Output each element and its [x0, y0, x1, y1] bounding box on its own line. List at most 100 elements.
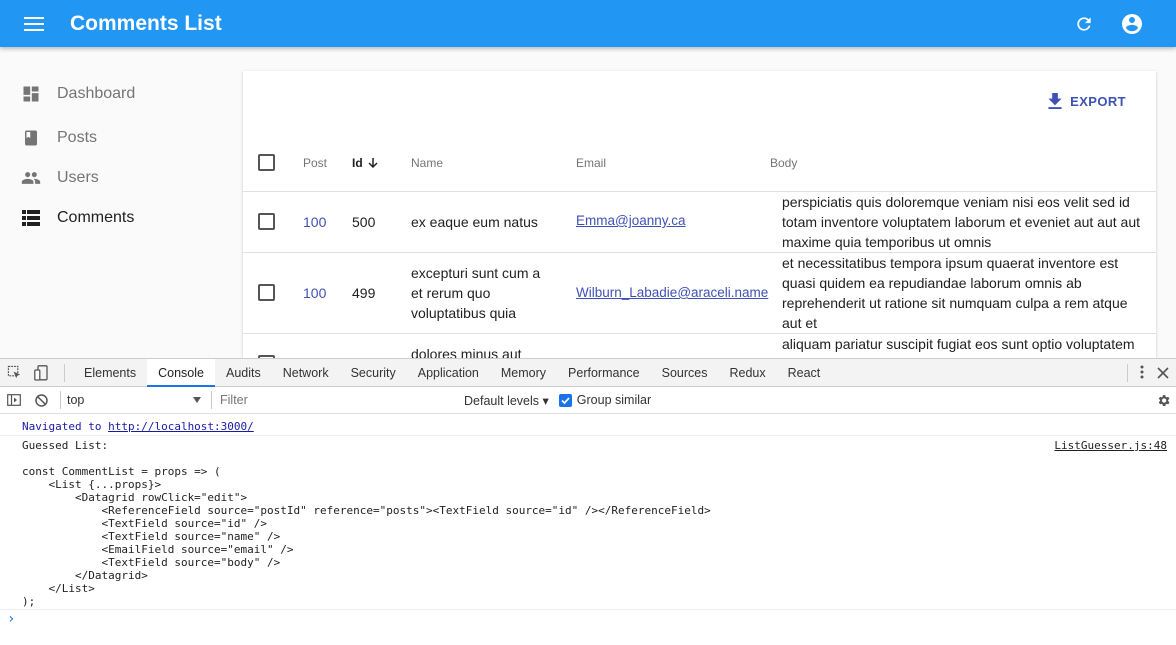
console-input[interactable] [22, 613, 1162, 631]
group-similar-label: Group similar [576, 393, 652, 407]
body-line: reprehenderit ut ratione sit numquam cul… [782, 295, 1128, 311]
tab-audits[interactable]: Audits [215, 359, 272, 387]
column-header-body[interactable]: Body [770, 156, 797, 170]
sidebar-item-label: Users [57, 169, 99, 186]
dashboard-icon [23, 86, 38, 102]
body-line: totam inventore voluptatem laborum et ev… [782, 214, 1140, 230]
column-header-post[interactable]: Post [303, 156, 327, 170]
devtools-tab-bar: Elements Console Audits Network Security… [0, 358, 1176, 387]
sidebar-item-posts[interactable]: Posts [0, 118, 242, 158]
toolbar-divider [64, 363, 65, 382]
row-checkbox[interactable] [258, 284, 275, 301]
column-header-name[interactable]: Name [411, 156, 443, 170]
log-line: Guessed List: [22, 439, 109, 452]
tab-elements[interactable]: Elements [73, 359, 147, 387]
download-icon [1048, 93, 1062, 109]
export-label: EXPORT [1070, 93, 1126, 109]
group-similar-toggle[interactable]: Group similar [558, 393, 652, 407]
row-checkbox[interactable] [258, 213, 275, 230]
log-line: <Datagrid rowClick="edit"> [22, 491, 248, 504]
log-levels-dropdown[interactable]: Default levels ▾ [464, 393, 549, 408]
column-header-id-label: Id [352, 156, 363, 170]
sidebar-item-comments[interactable]: Comments [0, 198, 242, 238]
body-line: et necessitatibus tempora ipsum quaerat … [782, 255, 1119, 271]
body-line: quasi quidem ea repudiandae laborum omni… [782, 275, 1082, 291]
arrow-down-icon [368, 158, 378, 169]
log-line: <ReferenceField source="postId" referenc… [22, 504, 711, 517]
navigation-message: Navigated to http://localhost:3000/ [22, 420, 254, 433]
body-line: aut et [782, 315, 818, 331]
select-all-checkbox[interactable] [258, 154, 275, 171]
device-toolbar-button[interactable] [28, 364, 54, 381]
dropdown-arrow-icon [193, 397, 201, 403]
console-filter-input[interactable] [216, 390, 456, 410]
sidebar-item-dashboard[interactable]: Dashboard [0, 74, 242, 114]
column-header-id[interactable]: Id [352, 156, 379, 170]
more-vert-icon [1140, 365, 1144, 379]
book-icon [24, 130, 37, 146]
name-cell: dolores minus aut [411, 346, 522, 358]
menu-button[interactable] [0, 0, 68, 47]
tab-memory[interactable]: Memory [490, 359, 557, 387]
name-line: et rerum quo [411, 285, 491, 301]
log-line: ); [22, 595, 36, 608]
tab-console[interactable]: Console [147, 358, 215, 387]
toolbar-divider [211, 391, 212, 409]
sidebar-toggle-icon [7, 394, 21, 406]
name-cell: excepturi sunt cum a et rerum quo volupt… [411, 263, 540, 323]
show-sidebar-button[interactable] [0, 394, 28, 406]
user-menu-button[interactable] [1108, 0, 1156, 47]
sidebar-item-label: Comments [57, 209, 135, 226]
navigated-url-link[interactable]: http://localhost:3000/ [108, 420, 254, 433]
log-line: </Datagrid> [22, 569, 148, 582]
log-line: <TextField source="name" /> [22, 530, 281, 543]
refresh-icon [1077, 16, 1091, 31]
log-line: <TextField source="id" /> [22, 517, 268, 530]
log-line: <List {...props}> [22, 478, 162, 491]
tab-application[interactable]: Application [407, 359, 490, 387]
tab-react[interactable]: React [777, 359, 832, 387]
clear-console-button[interactable] [28, 393, 54, 407]
body-cell: perspiciatis quis doloremque veniam nisi… [782, 192, 1140, 252]
id-cell: 500 [352, 214, 376, 230]
email-link[interactable]: Emma@joanny.ca [576, 211, 686, 231]
toolbar-divider [60, 391, 61, 409]
hamburger-icon [24, 16, 44, 31]
name-line: voluptatibus quia [411, 305, 517, 321]
body-line: perspiciatis quis doloremque veniam nisi… [782, 194, 1130, 210]
tab-sources[interactable]: Sources [651, 359, 719, 387]
column-header-email[interactable]: Email [576, 156, 606, 170]
tab-redux[interactable]: Redux [718, 359, 776, 387]
console-settings-button[interactable] [1156, 393, 1171, 411]
log-line: <EmailField source="email" /> [22, 543, 294, 556]
people-icon [21, 172, 40, 184]
id-cell: 499 [352, 285, 376, 301]
inspect-element-button[interactable] [0, 365, 28, 380]
list-icon [21, 210, 40, 226]
list-card: EXPORT Post Id Name Email Body 100 500 e… [243, 71, 1156, 358]
navigated-text: Navigated to [22, 420, 109, 433]
sidebar-item-users[interactable]: Users [0, 158, 242, 198]
email-link[interactable]: Wilburn_Labadie@araceli.name [576, 283, 768, 303]
export-button[interactable]: EXPORT [1048, 93, 1126, 109]
post-reference-link[interactable]: 100 [303, 212, 326, 232]
close-devtools-button[interactable] [1157, 366, 1169, 384]
post-reference-link[interactable]: 100 [303, 283, 326, 303]
log-line: <TextField source="body" /> [22, 556, 281, 569]
sidebar-item-label: Dashboard [57, 85, 136, 102]
name-line: excepturi sunt cum a [411, 265, 541, 281]
console-prompt: › [7, 611, 16, 627]
page-title: Comments List [70, 11, 222, 35]
divider [0, 609, 1176, 610]
tab-security[interactable]: Security [340, 359, 407, 387]
devtools-panel: Elements Console Audits Network Security… [0, 358, 1176, 645]
log-line: const CommentList = props => ( [22, 465, 221, 478]
devtools-menu-button[interactable] [1140, 365, 1144, 384]
context-selector[interactable]: top [67, 393, 207, 407]
tab-performance[interactable]: Performance [557, 359, 651, 387]
source-location-link[interactable]: ListGuesser.js:48 [1054, 439, 1167, 452]
checkbox-checked-icon [558, 393, 572, 407]
body-cell: aliquam pariatur suscipit fugiat eos sun… [782, 336, 1135, 352]
tab-network[interactable]: Network [272, 359, 340, 387]
refresh-button[interactable] [1060, 0, 1108, 47]
